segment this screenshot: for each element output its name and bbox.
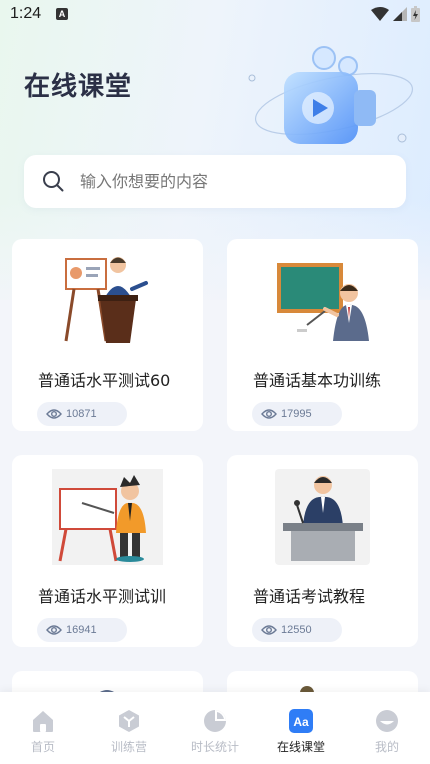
nav-item-online-classroom[interactable]: Aa 在线课堂 xyxy=(258,692,344,764)
video-player-illustration xyxy=(248,46,414,144)
view-count-badge: 17995 xyxy=(252,402,342,426)
search-input[interactable] xyxy=(80,155,390,208)
eye-icon xyxy=(261,409,277,419)
nav-label: 时长统计 xyxy=(190,740,239,754)
course-title: 普通话水平测试60 xyxy=(38,371,171,390)
speaker-lectern-illustration xyxy=(275,469,370,565)
nav-label: 我的 xyxy=(374,740,399,754)
nav-item-duration-stats[interactable]: 时长统计 xyxy=(172,692,258,764)
bottom-navigation: 首页 训练营 时长统计 Aa 在线课堂 我的 xyxy=(0,692,430,764)
presenter-podium-illustration xyxy=(64,257,148,343)
status-icons xyxy=(371,6,420,22)
eye-icon xyxy=(261,625,277,635)
course-card[interactable]: 普通话基本功训练 17995 xyxy=(227,239,418,431)
nav-item-home[interactable]: 首页 xyxy=(0,692,86,764)
page-title: 在线课堂 xyxy=(24,72,133,102)
notification-icon: A xyxy=(56,8,68,20)
view-count-badge: 12550 xyxy=(252,618,342,642)
course-title: 普通话基本功训练 xyxy=(253,371,382,390)
teacher-blackboard-illustration xyxy=(277,263,369,341)
view-count-badge: 10871 xyxy=(37,402,127,426)
nav-label: 在线课堂 xyxy=(276,740,325,754)
battery-icon xyxy=(411,6,420,22)
nav-label: 训练营 xyxy=(110,740,147,754)
status-bar: 1:24 A xyxy=(0,0,430,30)
eye-icon xyxy=(46,409,62,419)
view-count: 17995 xyxy=(281,408,312,420)
course-card[interactable]: 普通话考试教程 12550 xyxy=(227,455,418,647)
course-title: 普通话考试教程 xyxy=(253,587,366,606)
teacher-whiteboard-illustration xyxy=(52,469,163,565)
view-count-badge: 16941 xyxy=(37,618,127,642)
classroom-icon: Aa xyxy=(289,709,313,733)
search-icon xyxy=(43,171,64,192)
pie-chart-icon xyxy=(204,710,226,732)
status-time: 1:24 xyxy=(10,5,42,22)
course-card[interactable]: 普通话水平测试训 16941 xyxy=(12,455,203,647)
wifi-icon xyxy=(371,7,389,21)
nav-item-me[interactable]: 我的 xyxy=(344,692,430,764)
search-bar[interactable] xyxy=(24,155,406,208)
course-card[interactable]: 普通话水平测试60 10871 xyxy=(12,239,203,431)
view-count: 10871 xyxy=(66,408,97,420)
eye-icon xyxy=(46,625,62,635)
cube-icon xyxy=(119,710,139,732)
view-count: 12550 xyxy=(281,624,312,636)
home-icon xyxy=(33,711,53,732)
view-count: 16941 xyxy=(66,624,97,636)
nav-label: 首页 xyxy=(30,740,55,754)
svg-text:Aa: Aa xyxy=(293,715,309,729)
course-title: 普通话水平测试训 xyxy=(38,587,167,606)
profile-icon xyxy=(376,710,398,732)
nav-item-training-camp[interactable]: 训练营 xyxy=(86,692,172,764)
signal-icon xyxy=(393,7,407,21)
